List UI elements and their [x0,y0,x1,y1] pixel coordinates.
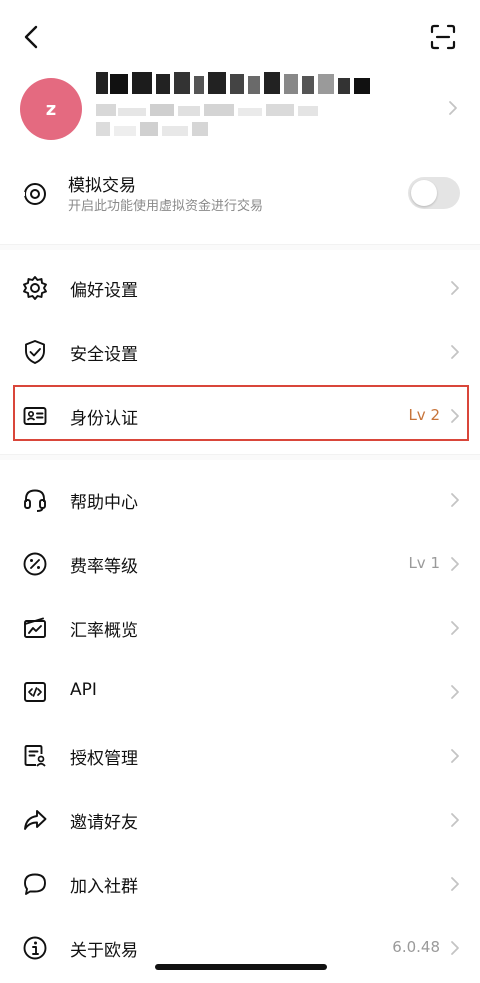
menu-item-label: 关于欧易 [70,941,138,961]
simulated-trading-toggle[interactable] [408,177,460,209]
account-info-redacted [96,104,336,146]
menu-item-join-community[interactable]: 加入社群 [0,854,480,914]
menu-item-help-center[interactable]: 帮助中心 [0,470,480,530]
menu-item-label: API [70,680,97,700]
scan-button[interactable] [428,22,458,52]
menu-item-label: 汇率概览 [70,621,138,641]
top-bar [0,0,480,72]
scan-icon [430,24,456,50]
menu-item-invite-friends[interactable]: 邀请好友 [0,790,480,850]
app-version-value: 6.0.48 [392,938,440,956]
code-icon [24,682,46,702]
profile-header[interactable]: z [0,70,480,150]
chevron-right-icon [451,685,459,699]
chevron-right-icon [451,877,459,891]
menu-item-fee-level[interactable]: 费率等级 Lv 1 [0,534,480,594]
chevron-left-icon [24,25,38,49]
chevron-right-icon [449,101,457,115]
chevron-right-icon [451,621,459,635]
simulated-trading-subtitle: 开启此功能使用虚拟资金进行交易 [68,199,264,214]
chat-bubble-icon [24,873,46,895]
chevron-right-icon [451,281,459,295]
chevron-right-icon [451,493,459,507]
section-divider [0,454,480,460]
back-button[interactable] [18,22,48,52]
simulated-trading-title: 模拟交易 [68,176,136,196]
chevron-right-icon [451,813,459,827]
share-arrow-icon [24,810,47,830]
home-indicator [155,964,327,970]
menu-item-label: 费率等级 [70,557,138,577]
info-icon [23,936,47,960]
toggle-knob [411,180,437,206]
menu-item-api[interactable]: API [0,662,480,722]
gear-icon [23,276,47,300]
fee-level-value: Lv 1 [408,554,440,572]
username-redacted [96,72,386,98]
chevron-right-icon [451,557,459,571]
chart-card-icon [24,617,46,638]
menu-item-security[interactable]: 安全设置 [0,322,480,382]
menu-item-label: 帮助中心 [70,493,138,513]
headset-icon [24,489,46,512]
menu-item-label: 加入社群 [70,877,138,897]
document-user-icon [24,745,46,767]
shield-check-icon [25,340,45,364]
menu-item-preferences[interactable]: 偏好设置 [0,258,480,318]
simulation-icon [22,183,46,205]
menu-item-authorization[interactable]: 授权管理 [0,726,480,786]
chevron-right-icon [451,345,459,359]
menu-item-exchange-rates[interactable]: 汇率概览 [0,598,480,658]
menu-item-label: 邀请好友 [70,813,138,833]
avatar[interactable]: z [20,78,82,140]
chevron-right-icon [451,941,459,955]
menu-item-label: 偏好设置 [70,281,138,301]
menu-item-label: 安全设置 [70,345,138,365]
menu-item-label: 授权管理 [70,749,138,769]
identity-highlight-box [13,385,469,441]
simulated-trading-row: 模拟交易 开启此功能使用虚拟资金进行交易 [0,165,480,225]
section-divider [0,244,480,250]
chevron-right-icon [451,749,459,763]
percent-icon [23,552,47,576]
